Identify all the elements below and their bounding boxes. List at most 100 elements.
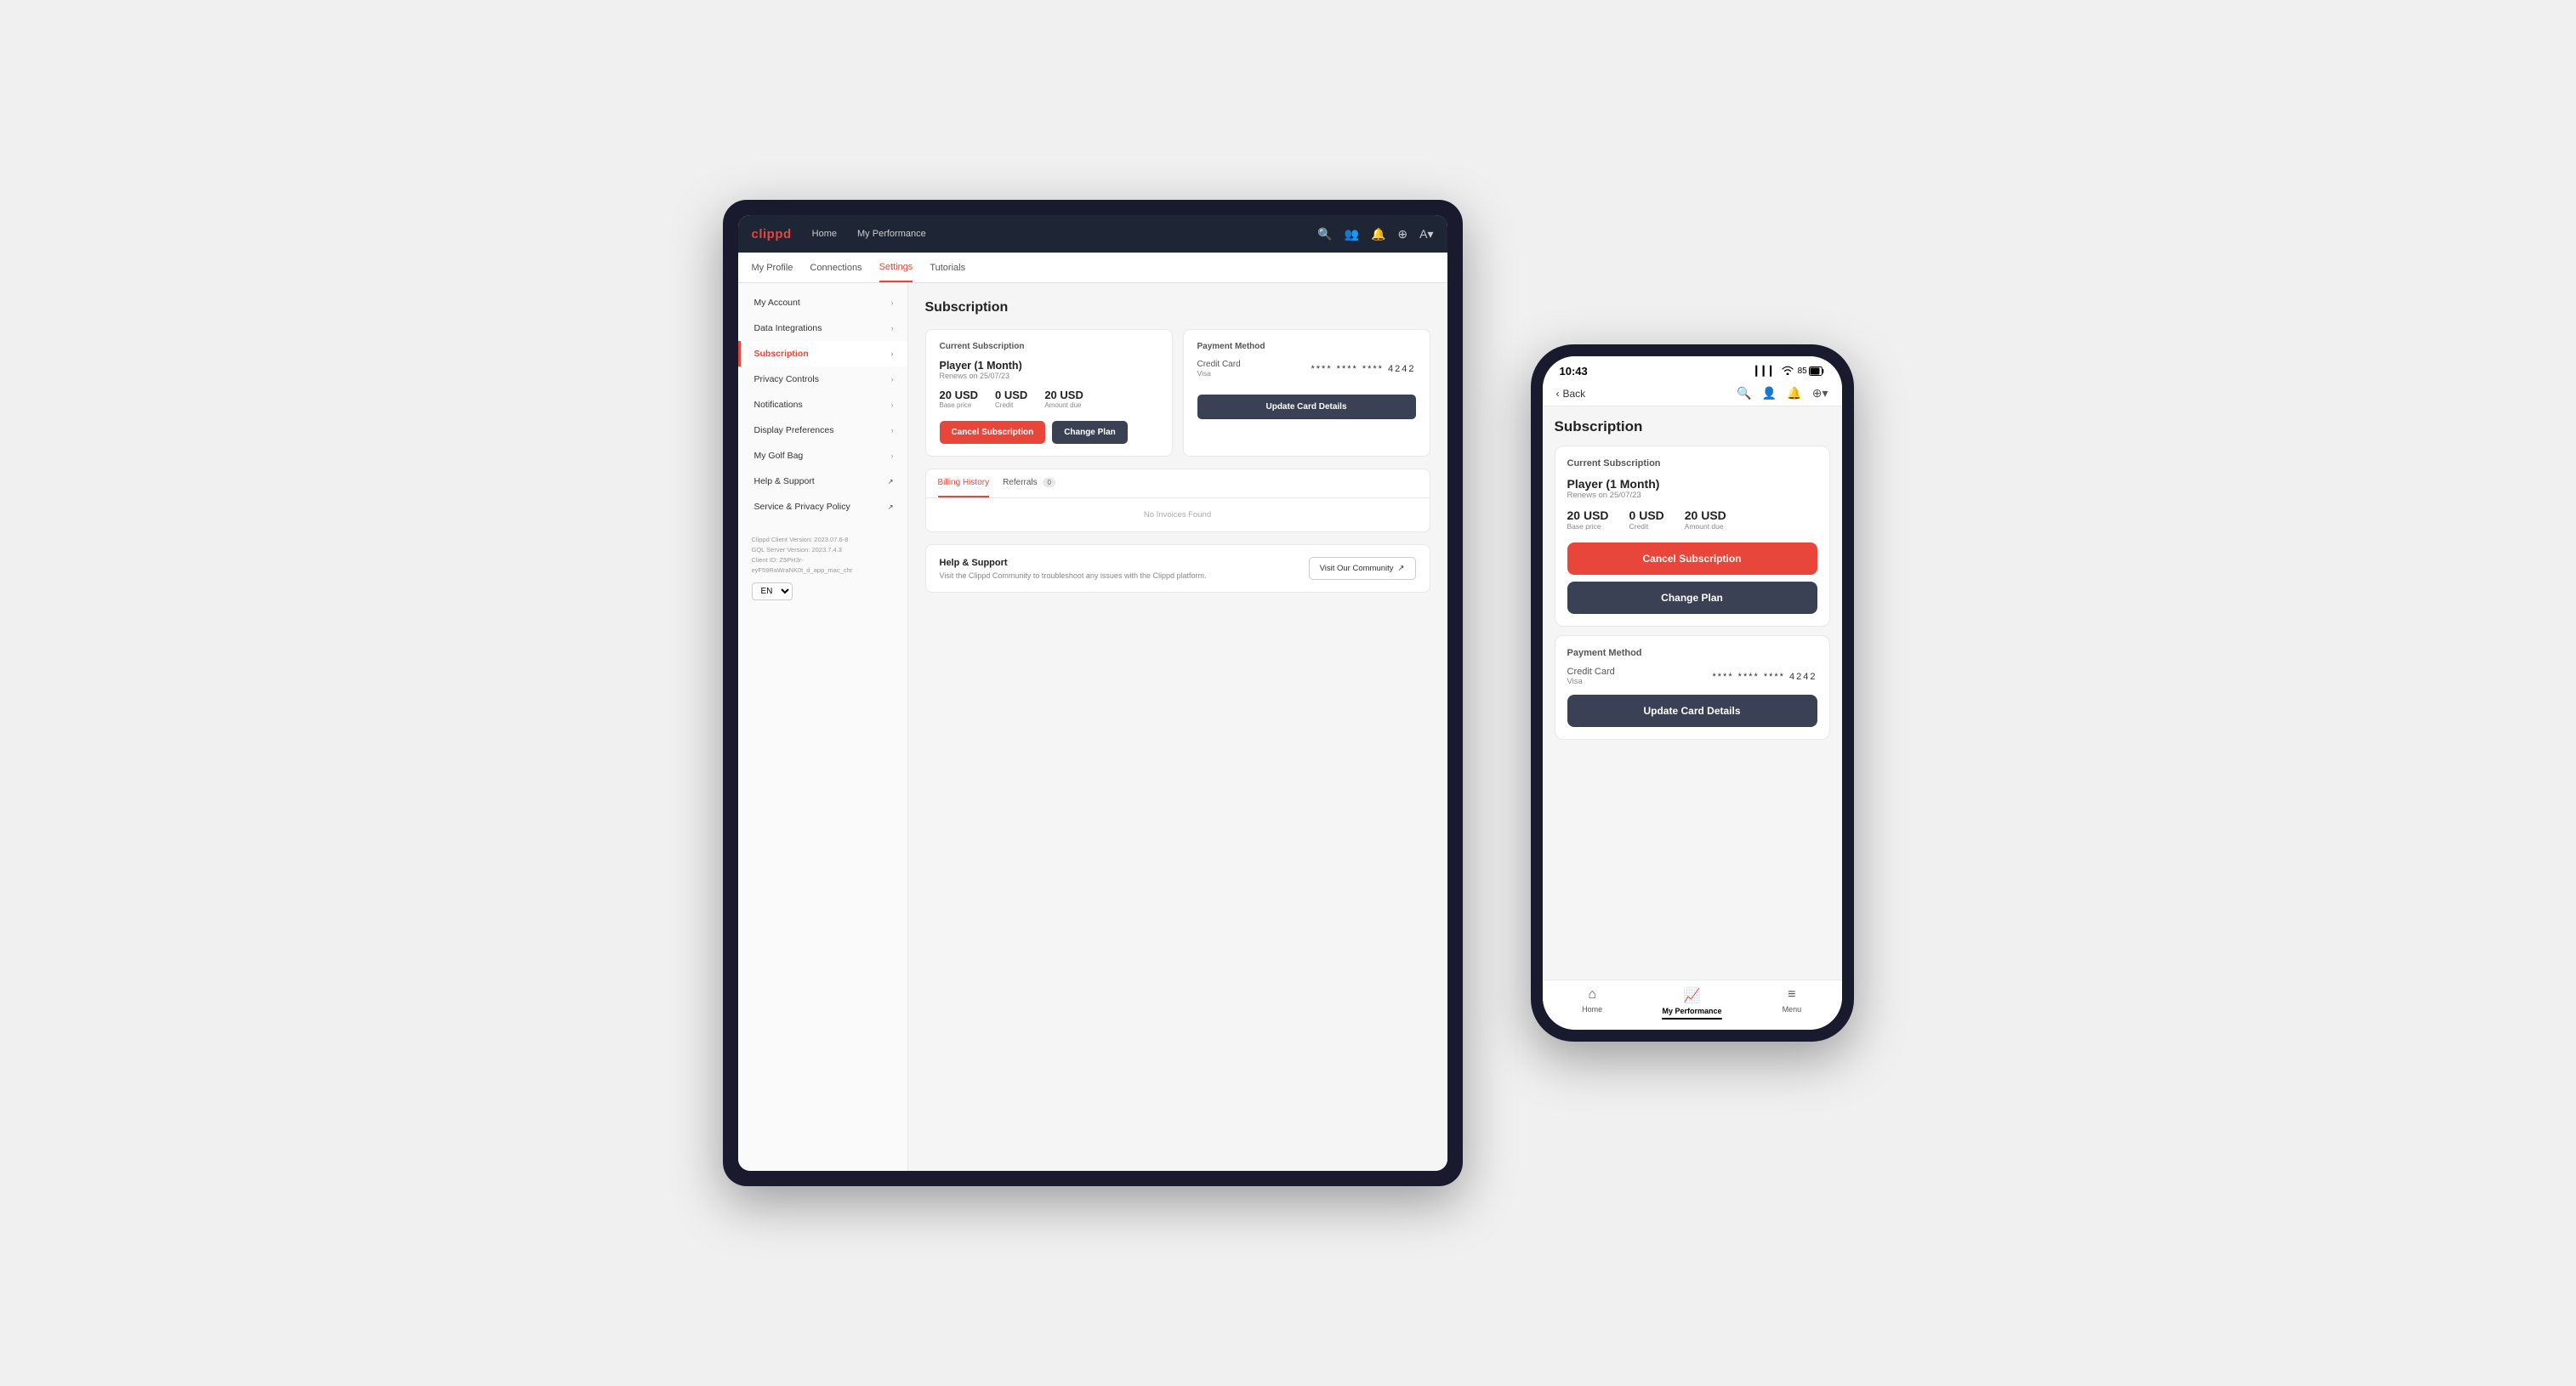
update-card-button[interactable]: Update Card Details xyxy=(1197,395,1416,419)
page-title: Subscription xyxy=(925,300,1430,315)
help-description: Visit the Clippd Community to troublesho… xyxy=(940,571,1297,580)
bell-icon[interactable]: 🔔 xyxy=(1787,386,1801,400)
sidebar-item-subscription[interactable]: Subscription › xyxy=(738,341,907,366)
chevron-icon: › xyxy=(891,298,894,307)
wifi-icon xyxy=(1782,366,1794,378)
base-price-value: 20 USD xyxy=(940,389,979,401)
signal-icon: ▎▎▎ xyxy=(1755,366,1777,377)
phone-amount-due-value: 20 USD xyxy=(1685,508,1726,522)
main-content: Subscription Current Subscription Player… xyxy=(908,283,1447,1171)
tab-billing-history[interactable]: Billing History xyxy=(938,469,990,497)
tablet-screen: clippd Home My Performance 🔍 👥 🔔 ⊕ A▾ My… xyxy=(738,215,1447,1171)
phone-page-title: Subscription xyxy=(1555,418,1830,435)
users-icon[interactable]: 👥 xyxy=(1345,227,1359,241)
language-dropdown[interactable]: EN xyxy=(752,582,793,600)
home-icon: ⌂ xyxy=(1588,987,1596,1003)
app-logo: clippd xyxy=(752,227,792,241)
phone-cancel-subscription-button[interactable]: Cancel Subscription xyxy=(1567,542,1817,575)
amount-due-col: 20 USD Amount due xyxy=(1044,389,1083,409)
cancel-subscription-button[interactable]: Cancel Subscription xyxy=(940,421,1046,444)
change-plan-button[interactable]: Change Plan xyxy=(1052,421,1128,444)
phone-status-bar: 10:43 ▎▎▎ 85 xyxy=(1543,356,1842,381)
billing-empty-message: No Invoices Found xyxy=(926,498,1430,531)
bottom-nav-home[interactable]: ⌂ Home xyxy=(1543,987,1642,1020)
subscription-buttons: Cancel Subscription Change Plan xyxy=(940,421,1158,444)
phone-base-price-label: Base price xyxy=(1567,522,1609,531)
current-subscription-card: Current Subscription Player (1 Month) Re… xyxy=(925,329,1173,457)
chevron-icon: › xyxy=(891,400,894,409)
menu-icon: ≡ xyxy=(1788,987,1795,1003)
plan-amounts: 20 USD Base price 0 USD Credit 20 USD Am… xyxy=(940,389,1158,409)
phone-update-card-button[interactable]: Update Card Details xyxy=(1567,695,1817,727)
visit-community-button[interactable]: Visit Our Community ↗ xyxy=(1309,557,1416,580)
phone-main-content: Subscription Current Subscription Player… xyxy=(1543,406,1842,980)
phone-renew-date: Renews on 25/07/23 xyxy=(1567,491,1817,500)
battery-icon: 85 xyxy=(1798,366,1825,376)
referrals-badge: 0 xyxy=(1043,478,1055,487)
current-sub-section-title: Current Subscription xyxy=(940,342,1158,351)
phone-top-nav: ‹ Back 🔍 👤 🔔 ⊕▾ xyxy=(1543,381,1842,406)
search-icon[interactable]: 🔍 xyxy=(1737,386,1751,400)
phone-credit-col: 0 USD Credit xyxy=(1629,508,1664,531)
phone-payment-title: Payment Method xyxy=(1567,648,1817,658)
phone-time: 10:43 xyxy=(1560,365,1588,378)
payment-labels: Credit Card Visa xyxy=(1197,360,1241,378)
chevron-icon: › xyxy=(891,375,894,383)
phone-payment-method-card: Payment Method Credit Card Visa **** ***… xyxy=(1555,635,1830,740)
sidebar-item-my-golf-bag[interactable]: My Golf Bag › xyxy=(738,443,907,469)
phone-change-plan-button[interactable]: Change Plan xyxy=(1567,582,1817,614)
credit-value: 0 USD xyxy=(995,389,1027,401)
sidebar-item-data-integrations[interactable]: Data Integrations › xyxy=(738,315,907,341)
phone-card-type: Credit Card xyxy=(1567,667,1615,677)
payment-method-card: Payment Method Credit Card Visa **** ***… xyxy=(1183,329,1430,457)
phone-screen: 10:43 ▎▎▎ 85 xyxy=(1543,356,1842,1030)
search-icon[interactable]: 🔍 xyxy=(1317,227,1332,241)
sidebar-item-my-account[interactable]: My Account › xyxy=(738,290,907,315)
sidebar-item-help-support[interactable]: Help & Support ↗ xyxy=(738,469,907,494)
sidebar: My Account › Data Integrations › Subscri… xyxy=(738,283,908,1171)
tablet-subnav: My Profile Connections Settings Tutorial… xyxy=(738,253,1447,283)
plan-renew-date: Renews on 25/07/23 xyxy=(940,372,1158,380)
payment-type: Credit Card xyxy=(1197,360,1241,369)
person-icon[interactable]: 👤 xyxy=(1762,386,1777,400)
plus-circle-icon[interactable]: ⊕▾ xyxy=(1812,386,1828,400)
sidebar-item-privacy-controls[interactable]: Privacy Controls › xyxy=(738,366,907,392)
back-button[interactable]: ‹ Back xyxy=(1556,388,1586,400)
help-support-section: Help & Support Visit the Clippd Communit… xyxy=(925,544,1430,593)
avatar-icon[interactable]: A▾ xyxy=(1419,227,1433,241)
payment-section-title: Payment Method xyxy=(1197,342,1416,351)
phone-masked-number: **** **** **** 4242 xyxy=(1712,672,1817,682)
chevron-icon: › xyxy=(891,349,894,358)
subscription-cards-row: Current Subscription Player (1 Month) Re… xyxy=(925,329,1430,457)
subnav-settings[interactable]: Settings xyxy=(879,253,913,282)
bell-icon[interactable]: 🔔 xyxy=(1371,227,1385,241)
payment-masked-number: **** **** **** 4242 xyxy=(1311,364,1415,374)
phone-current-sub-title: Current Subscription xyxy=(1567,458,1817,469)
bottom-nav-my-performance[interactable]: 📈 My Performance xyxy=(1642,987,1742,1020)
language-selector[interactable]: EN xyxy=(752,582,894,600)
subnav-my-profile[interactable]: My Profile xyxy=(752,253,793,282)
base-price-label: Base price xyxy=(940,401,979,409)
sidebar-item-service-privacy[interactable]: Service & Privacy Policy ↗ xyxy=(738,494,907,520)
nav-link-home[interactable]: Home xyxy=(812,229,837,239)
payment-info-row: Credit Card Visa **** **** **** 4242 xyxy=(1197,360,1416,378)
phone-payment-labels: Credit Card Visa xyxy=(1567,667,1615,686)
tab-referrals[interactable]: Referrals 0 xyxy=(1003,469,1055,497)
help-text: Help & Support Visit the Clippd Communit… xyxy=(940,558,1297,580)
plus-icon[interactable]: ⊕ xyxy=(1397,227,1407,241)
subnav-connections[interactable]: Connections xyxy=(810,253,862,282)
phone-bottom-nav: ⌂ Home 📈 My Performance ≡ Menu xyxy=(1543,980,1842,1030)
tablet-navbar: clippd Home My Performance 🔍 👥 🔔 ⊕ A▾ xyxy=(738,215,1447,253)
bottom-nav-menu[interactable]: ≡ Menu xyxy=(1742,987,1841,1020)
chevron-left-icon: ‹ xyxy=(1556,388,1560,400)
nav-link-my-performance[interactable]: My Performance xyxy=(857,229,926,239)
amount-due-label: Amount due xyxy=(1044,401,1083,409)
phone-nav-icons: 🔍 👤 🔔 ⊕▾ xyxy=(1737,386,1828,400)
phone-amount-due-label: Amount due xyxy=(1685,522,1726,531)
phone-base-price-col: 20 USD Base price xyxy=(1567,508,1609,531)
sidebar-footer: Clippd Client Version: 2023.07.6-8 GQL S… xyxy=(738,526,907,609)
sidebar-item-notifications[interactable]: Notifications › xyxy=(738,392,907,418)
phone-credit-value: 0 USD xyxy=(1629,508,1664,522)
subnav-tutorials[interactable]: Tutorials xyxy=(930,253,965,282)
sidebar-item-display-preferences[interactable]: Display Preferences › xyxy=(738,418,907,443)
